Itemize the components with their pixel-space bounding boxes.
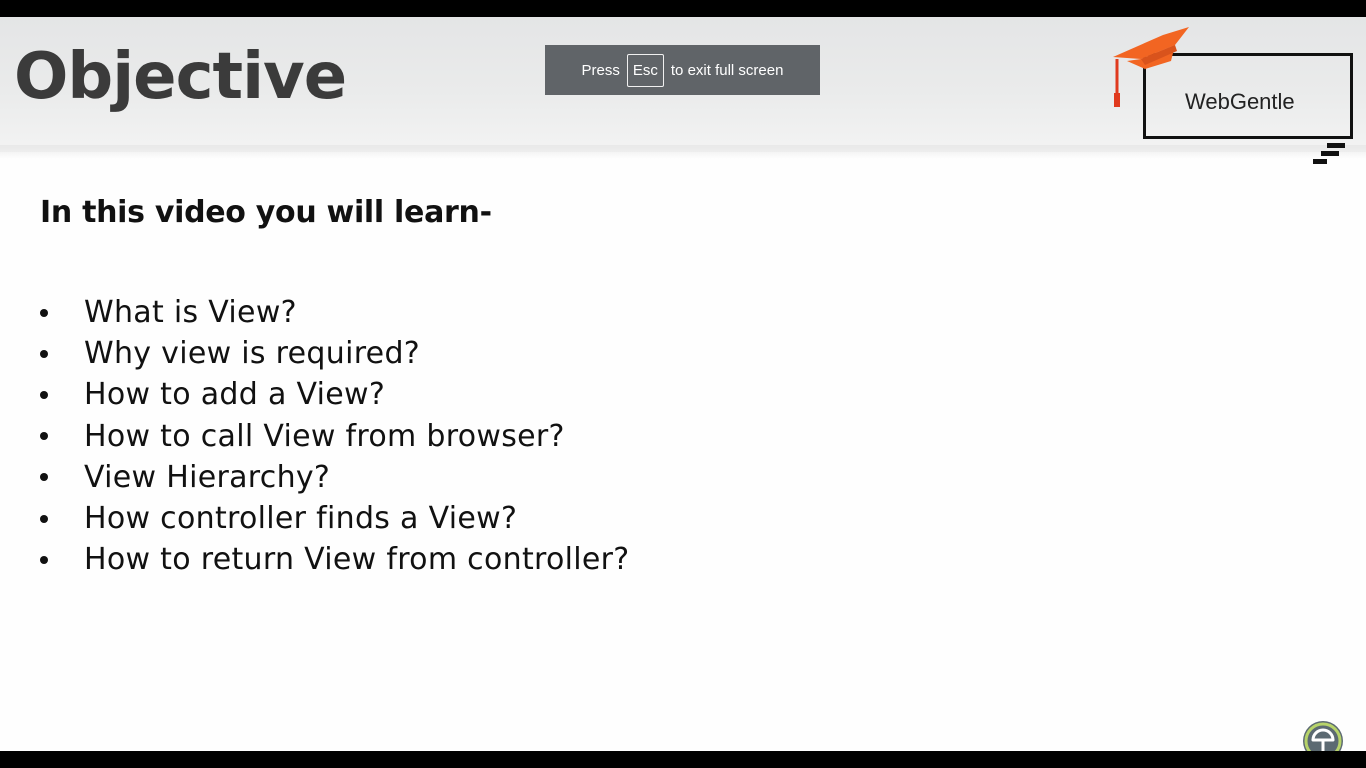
- bullet-text: How to return View from controller?: [84, 542, 630, 578]
- bullet-icon: [40, 473, 48, 482]
- logo-text: WebGentle: [1185, 89, 1295, 114]
- webgentle-logo: WebGentle: [1105, 23, 1360, 173]
- letterbox-top: [0, 0, 1366, 17]
- player-logo-icon[interactable]: [1302, 720, 1344, 751]
- bullet-text: How to add a View?: [84, 377, 386, 413]
- graduation-cap-icon: [1113, 27, 1189, 107]
- bullet-icon: [40, 432, 48, 441]
- notice-suffix: to exit full screen: [670, 61, 784, 79]
- bullet-text: How to call View from browser?: [84, 418, 565, 454]
- page-title: Objective: [14, 40, 347, 114]
- bullet-text: Why view is required?: [84, 336, 421, 372]
- bullet-text: How controller finds a View?: [84, 501, 518, 537]
- fullscreen-exit-notice: Press Esc to exit full screen: [545, 45, 820, 95]
- bullet-text: What is View?: [84, 295, 297, 331]
- letterbox-bottom: [0, 751, 1366, 768]
- bullet-icon: [40, 514, 48, 523]
- slide-subtitle: In this video you will learn-: [40, 195, 492, 230]
- bullet-icon: [40, 308, 48, 317]
- bullet-icon: [40, 349, 48, 358]
- esc-key: Esc: [626, 53, 664, 87]
- bullet-text: View Hierarchy?: [84, 459, 331, 495]
- logo-stripes-icon: [1313, 143, 1345, 164]
- slide: Objective WebGentle In this video you wi…: [0, 17, 1366, 751]
- notice-prefix: Press: [581, 61, 620, 79]
- bullet-icon: [40, 390, 48, 399]
- bullet-icon: [40, 555, 48, 564]
